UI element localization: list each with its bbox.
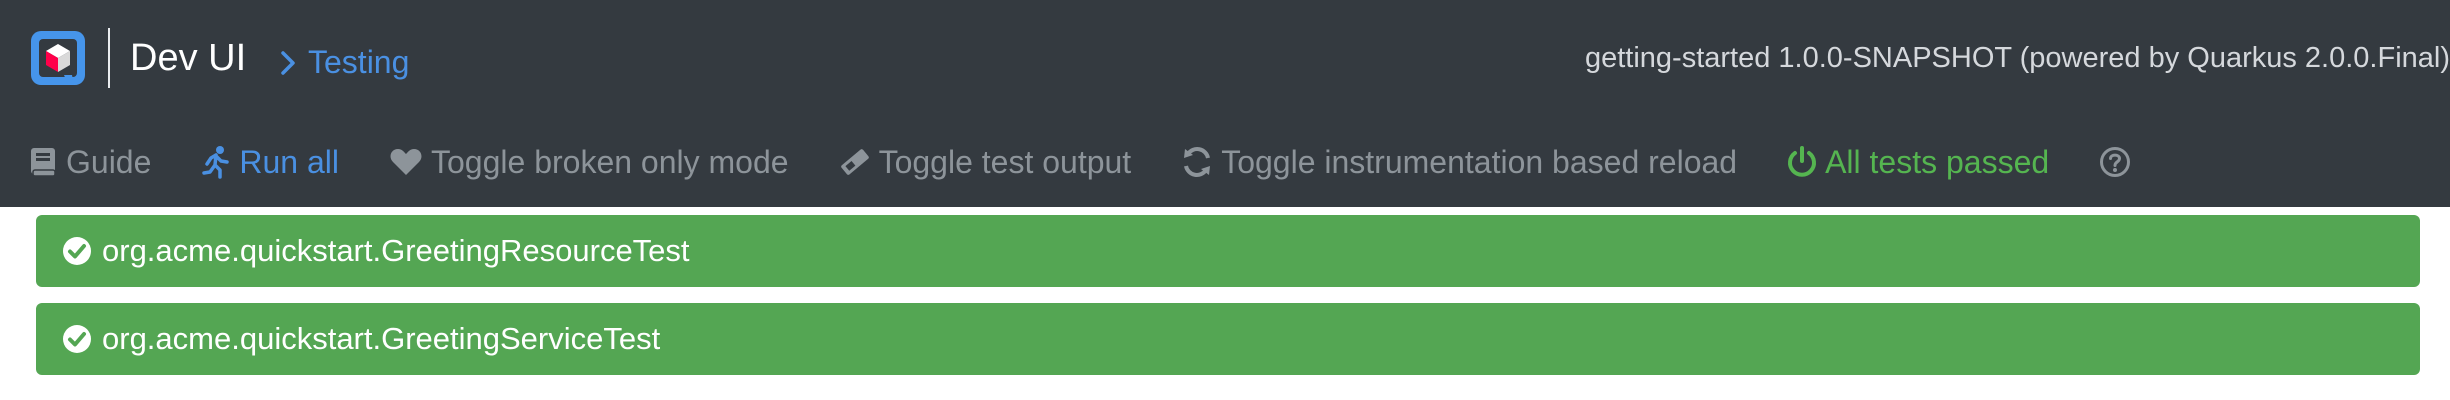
power-icon	[1788, 146, 1817, 177]
guide-label: Guide	[66, 143, 152, 180]
toggle-test-output-button[interactable]: Toggle test output	[839, 143, 1132, 181]
test-status-label: All tests passed	[1825, 143, 2050, 180]
sync-icon	[1184, 147, 1211, 177]
question-circle-icon	[2100, 147, 2131, 177]
test-class-name: org.acme.quickstart.GreetingResourceTest	[102, 233, 690, 268]
running-person-icon	[202, 146, 230, 179]
brand: Dev UI	[28, 26, 246, 90]
breadcrumb-label[interactable]: Testing	[308, 44, 409, 81]
brand-divider	[108, 28, 110, 88]
eraser-icon	[840, 149, 869, 175]
breadcrumb[interactable]: Testing	[280, 44, 409, 81]
top-navbar: Dev UI Testing getting-started 1.0.0-SNA…	[0, 0, 2450, 207]
test-results-list: org.acme.quickstart.GreetingResourceTest…	[36, 215, 2420, 391]
testing-toolbar: Guide Run all Toggle broken only mode To	[28, 140, 2189, 184]
test-status-button[interactable]: All tests passed	[1787, 144, 2049, 181]
check-circle-icon	[63, 325, 91, 353]
run-all-button[interactable]: Run all	[201, 144, 339, 181]
app-version-info: getting-started 1.0.0-SNAPSHOT (powered …	[1584, 42, 2450, 74]
book-icon	[31, 148, 56, 177]
chevron-right-icon	[281, 50, 295, 75]
test-result-row[interactable]: org.acme.quickstart.GreetingServiceTest	[36, 303, 2420, 375]
run-all-label: Run all	[239, 143, 339, 180]
guide-button[interactable]: Guide	[28, 144, 151, 181]
help-button[interactable]	[2099, 146, 2139, 178]
app-title[interactable]: Dev UI	[130, 39, 246, 77]
toggle-output-label: Toggle test output	[878, 143, 1132, 180]
toggle-instrumentation-button[interactable]: Toggle instrumentation based reload	[1181, 144, 1737, 181]
toggle-instrumentation-label: Toggle instrumentation based reload	[1221, 143, 1738, 180]
test-result-row[interactable]: org.acme.quickstart.GreetingResourceTest	[36, 215, 2420, 287]
heart-icon	[390, 149, 422, 175]
check-circle-icon	[63, 237, 91, 265]
test-class-name: org.acme.quickstart.GreetingServiceTest	[102, 321, 661, 356]
toggle-broken-only-button[interactable]: Toggle broken only mode	[389, 144, 789, 181]
toggle-broken-label: Toggle broken only mode	[431, 143, 789, 180]
quarkus-logo-icon[interactable]	[28, 28, 88, 88]
